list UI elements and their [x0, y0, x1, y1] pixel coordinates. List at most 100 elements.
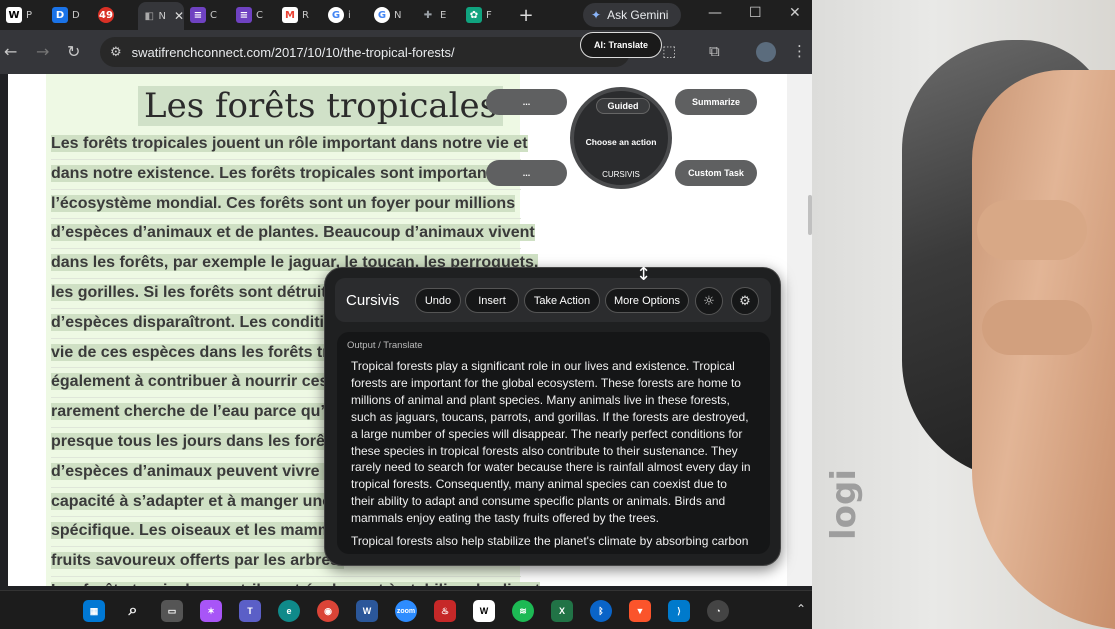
tab-2[interactable]: DD: [46, 3, 92, 27]
guided-toggle[interactable]: Guided: [596, 98, 650, 114]
article-line-text: également à contribuer à nourrir ces esp: [51, 373, 361, 391]
forward-icon[interactable]: →: [36, 42, 49, 61]
address-toolbar: ← → ↻ ⚙ swatifrenchconnect.com/2017/10/1…: [0, 30, 812, 74]
article-line-text: spécifique. Les oiseaux et les mammifère: [51, 522, 366, 540]
tab-label: C: [210, 9, 217, 21]
minimize-button[interactable]: —: [708, 5, 722, 21]
puzzle-icon: ✚: [423, 9, 433, 21]
undo-button[interactable]: Undo: [415, 288, 461, 313]
brave-icon[interactable]: ▼: [629, 600, 651, 622]
logi-brand-mark: logi: [824, 468, 864, 540]
tab-label: R: [302, 9, 309, 21]
tab-label: P: [26, 9, 33, 21]
close-tab-icon[interactable]: ✕: [174, 9, 184, 23]
tab-8[interactable]: Gi: [322, 3, 368, 27]
tab-3[interactable]: 49: [92, 3, 138, 27]
edge-icon[interactable]: e: [278, 600, 300, 622]
word-icon[interactable]: W: [356, 600, 378, 622]
wikipedia-icon[interactable]: W: [473, 600, 495, 622]
app-notification-icon[interactable]: ◔: [707, 600, 729, 622]
google-icon: G: [328, 7, 344, 23]
ask-gemini-button[interactable]: ✦ Ask Gemini: [583, 3, 681, 27]
menu-kebab-icon[interactable]: ⋮: [792, 42, 807, 60]
new-tab-button[interactable]: +: [514, 5, 538, 26]
article-line-text: vie de ces espèces dans les forêts tropi…: [51, 343, 371, 361]
copilot-icon[interactable]: ✶: [200, 600, 222, 622]
tab-5[interactable]: ≡ C: [184, 3, 230, 27]
radial-option-bottom-left[interactable]: ...: [486, 160, 567, 186]
tab-6[interactable]: ≡ C: [230, 3, 276, 27]
action-wheel[interactable]: Guided Choose an action CURSIVIS: [570, 87, 672, 189]
tab-11[interactable]: ✿ F: [460, 3, 506, 27]
address-bar[interactable]: ⚙ swatifrenchconnect.com/2017/10/10/the-…: [100, 37, 630, 67]
radial-option-top-left[interactable]: ...: [486, 89, 567, 115]
panel-toolbar: Cursivis Undo Insert Take Action More Op…: [335, 278, 771, 322]
tab-10[interactable]: ✚ E: [414, 3, 460, 27]
windows-start-icon[interactable]: ▦: [83, 600, 105, 622]
tray-chevron-icon[interactable]: ⌃: [796, 602, 806, 616]
article-title: Les forêts tropicales: [138, 86, 504, 126]
breadcrumb-separator: /: [378, 340, 381, 351]
reload-icon[interactable]: ↻: [67, 42, 80, 61]
article-line: Les forêts tropicales jouent un rôle imp…: [51, 130, 528, 160]
extension-icon[interactable]: ⬚: [662, 42, 676, 60]
chatgpt-icon: ✿: [466, 7, 482, 23]
more-options-button[interactable]: More Options: [605, 288, 689, 313]
tab-1[interactable]: WP: [0, 3, 46, 27]
article-line: Les forêts tropicales contribuent égalem…: [51, 577, 541, 586]
d-icon: D: [52, 7, 68, 23]
article-line-text: d’espèces disparaîtront. Les conditions …: [51, 313, 367, 331]
theme-sun-icon[interactable]: ☼: [695, 287, 723, 315]
tab-label: N: [158, 10, 166, 22]
teams-icon[interactable]: T: [239, 600, 261, 622]
article-line: dans notre existence. Les forêts tropica…: [51, 160, 550, 190]
tab-strip: WP DD 49 ◧ N ✕ ≡ C ≡ C MR Gi GN ✚ E ✿ F +: [0, 0, 812, 30]
back-icon[interactable]: ←: [4, 42, 17, 61]
vscode-icon[interactable]: ⟩: [668, 600, 690, 622]
zoom-icon[interactable]: zoom: [395, 600, 417, 622]
tab-label: C: [256, 9, 263, 21]
task-view-icon[interactable]: ▭: [161, 600, 183, 622]
settings-gear-icon[interactable]: ⚙: [731, 287, 759, 315]
summarize-button[interactable]: Summarize: [675, 89, 757, 115]
output-breadcrumb: Output / Translate: [347, 340, 423, 351]
insert-button[interactable]: Insert: [465, 288, 519, 313]
article-line-text: les gorilles. Si les forêts sont détruit…: [51, 283, 364, 301]
tab-9[interactable]: GN: [368, 3, 414, 27]
search-icon[interactable]: ⌕: [122, 600, 144, 622]
popcorn-icon[interactable]: ♨: [434, 600, 456, 622]
finger-middle: [982, 300, 1092, 355]
tab-7[interactable]: MR: [276, 3, 322, 27]
site-info-icon[interactable]: ⚙: [110, 45, 122, 60]
output-box: Output / Translate Tropical forests play…: [337, 332, 770, 554]
lens-icon[interactable]: ⧉: [709, 42, 720, 60]
tab-active[interactable]: ◧ N ✕: [138, 2, 184, 30]
article-line-text: capacité à s’adapter et à manger une pla: [51, 492, 359, 510]
close-window-button[interactable]: ✕: [789, 5, 801, 21]
article-line-text: rarement cherche de l’eau parce qu’il y …: [51, 403, 361, 421]
excel-icon[interactable]: X: [551, 600, 573, 622]
tab-label: N: [394, 9, 402, 21]
article-line-text: fruits savoureux offerts par les arbres.: [51, 552, 344, 570]
chrome-icon[interactable]: ◉: [317, 600, 339, 622]
article-line-text: Les forêts tropicales contribuent égalem…: [51, 581, 541, 586]
camera-overlay-photo: logi: [812, 0, 1115, 629]
custom-task-button[interactable]: Custom Task: [675, 160, 757, 186]
translation-output: Tropical forests play a significant role…: [351, 359, 751, 526]
profile-avatar[interactable]: [756, 42, 776, 62]
action-wheel-brand: CURSIVIS: [602, 170, 640, 179]
ask-gemini-label: Ask Gemini: [607, 8, 669, 22]
article-line-text: dans notre existence. Les forêts tropica…: [51, 164, 550, 182]
ai-translate-badge[interactable]: AI: Translate: [580, 32, 662, 58]
spotify-icon[interactable]: ≋: [512, 600, 534, 622]
taskbar: ▦ ⌕ ▭ ✶ T e ◉ W zoom ♨ W ≋ X ᛒ ▼ ⟩ ◔ ⌃: [0, 590, 812, 629]
list-icon: ≡: [190, 7, 206, 23]
page-scrollbar[interactable]: [787, 74, 812, 586]
maximize-button[interactable]: ☐: [749, 5, 762, 21]
bluetooth-icon[interactable]: ᛒ: [590, 600, 612, 622]
take-action-button[interactable]: Take Action: [524, 288, 600, 313]
tab-label: D: [72, 9, 80, 21]
article-line-text: d’espèces d’animaux peuvent vivre ense: [51, 462, 361, 480]
list-icon: ≡: [236, 7, 252, 23]
url-text[interactable]: swatifrenchconnect.com/2017/10/10/the-tr…: [132, 45, 455, 60]
